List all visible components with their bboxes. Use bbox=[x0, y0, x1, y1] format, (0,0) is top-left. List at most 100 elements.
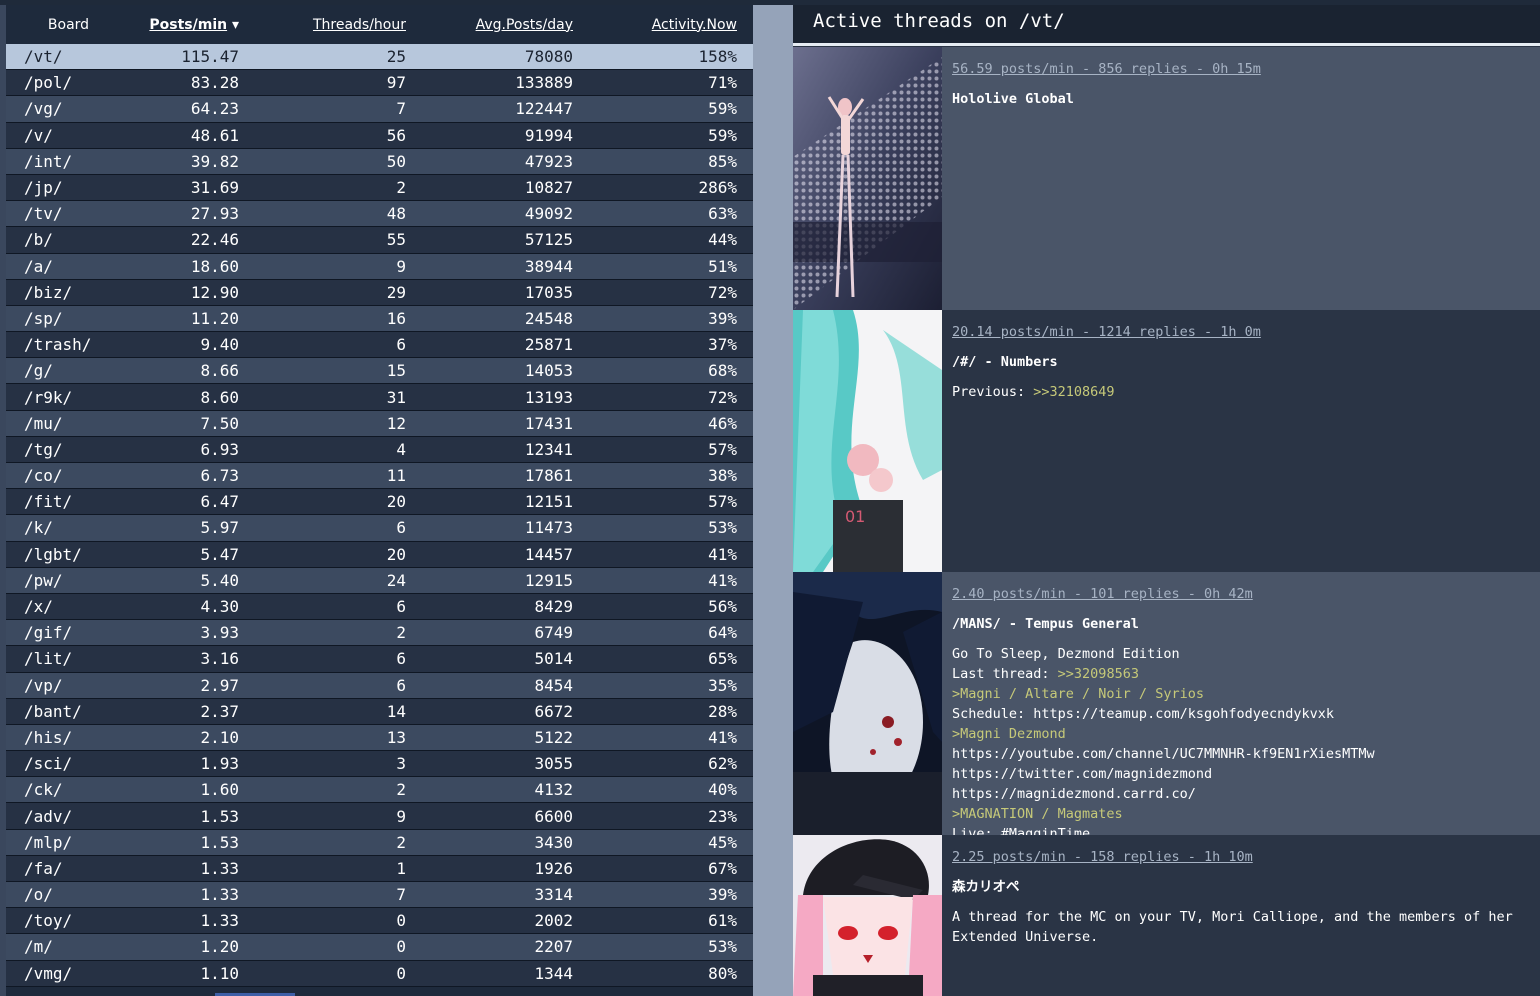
activity-now-cell: 68% bbox=[589, 357, 753, 385]
table-row[interactable]: /lit/3.16 6 5014 65% bbox=[6, 645, 753, 673]
board-cell[interactable]: /co/ bbox=[6, 462, 131, 490]
board-cell[interactable]: /g/ bbox=[6, 357, 131, 385]
board-cell[interactable]: /his/ bbox=[6, 724, 131, 752]
board-cell[interactable]: /bant/ bbox=[6, 698, 131, 725]
board-cell[interactable]: /v/ bbox=[6, 122, 131, 149]
board-cell[interactable]: /trash/ bbox=[6, 331, 131, 359]
thread-thumbnail[interactable] bbox=[793, 835, 942, 996]
thread-item[interactable]: 2.25 posts/min - 158 replies - 1h 10m 森カ… bbox=[793, 835, 1540, 996]
board-cell[interactable]: /vt/ bbox=[6, 44, 131, 71]
posts-per-min-cell: 5.97 bbox=[131, 514, 255, 542]
board-cell[interactable]: /mu/ bbox=[6, 410, 131, 437]
board-cell[interactable]: /vmg/ bbox=[6, 960, 131, 987]
thread-stats-link[interactable]: 56.59 posts/min - 856 replies - 0h 15m bbox=[952, 59, 1530, 79]
avg-posts-day-cell: 3430 bbox=[422, 829, 589, 856]
table-row[interactable]: /his/2.10 13 5122 41% bbox=[6, 724, 753, 752]
header-posts-per-min[interactable]: Posts/min ▾ bbox=[131, 5, 255, 44]
header-avg-posts-day[interactable]: Avg.Posts/day bbox=[422, 5, 589, 44]
table-row[interactable]: /fit/6.47 20 12151 57% bbox=[6, 488, 753, 516]
board-cell[interactable]: /gif/ bbox=[6, 619, 131, 647]
table-row[interactable]: /co/6.73 11 17861 38% bbox=[6, 462, 753, 490]
board-cell[interactable]: /x/ bbox=[6, 593, 131, 621]
board-cell[interactable]: /k/ bbox=[6, 514, 131, 542]
table-row[interactable]: /jp/31.69 2 10827 286% bbox=[6, 174, 753, 202]
body-text: Go To Sleep, Dezmond Edition bbox=[952, 646, 1180, 662]
board-cell[interactable]: /toy/ bbox=[6, 907, 131, 935]
board-cell[interactable]: /pol/ bbox=[6, 69, 131, 97]
board-cell[interactable]: /vp/ bbox=[6, 672, 131, 699]
board-cell[interactable]: /b/ bbox=[6, 226, 131, 254]
table-row[interactable]: /b/22.46 55 57125 44% bbox=[6, 226, 753, 254]
board-cell[interactable]: /lgbt/ bbox=[6, 541, 131, 568]
table-row[interactable]: /sp/11.20 16 24548 39% bbox=[6, 305, 753, 333]
table-row[interactable]: /adv/1.53 9 6600 23% bbox=[6, 802, 753, 830]
board-cell[interactable]: /mlp/ bbox=[6, 829, 131, 856]
table-row[interactable]: /sci/1.93 3 3055 62% bbox=[6, 750, 753, 778]
table-row[interactable]: /ck/1.60 2 4132 40% bbox=[6, 776, 753, 804]
table-row[interactable]: /g/8.66 15 14053 68% bbox=[6, 357, 753, 385]
board-cell[interactable]: /pw/ bbox=[6, 567, 131, 594]
table-row[interactable]: /pw/5.40 24 12915 41% bbox=[6, 567, 753, 594]
table-row[interactable]: /gif/3.93 2 6749 64% bbox=[6, 619, 753, 647]
table-row[interactable]: /bant/2.37 14 6672 28% bbox=[6, 698, 753, 725]
table-row[interactable]: /mlp/1.53 2 3430 45% bbox=[6, 829, 753, 856]
thread-stats-link[interactable]: 2.40 posts/min - 101 replies - 0h 42m bbox=[952, 584, 1530, 604]
table-row[interactable]: /int/39.82 50 47923 85% bbox=[6, 148, 753, 175]
board-cell[interactable]: /o/ bbox=[6, 881, 131, 909]
table-row[interactable]: /o/1.33 7 3314 39% bbox=[6, 881, 753, 909]
thread-stats-link[interactable]: 2.25 posts/min - 158 replies - 1h 10m bbox=[952, 847, 1530, 867]
avg-posts-day-cell: 11473 bbox=[422, 514, 589, 542]
board-cell[interactable]: /lit/ bbox=[6, 645, 131, 673]
table-row[interactable]: /tv/27.93 48 49092 63% bbox=[6, 200, 753, 228]
board-cell[interactable]: /tg/ bbox=[6, 436, 131, 464]
quote-link[interactable]: >>32108649 bbox=[1033, 384, 1114, 400]
table-row[interactable]: /r9k/8.60 31 13193 72% bbox=[6, 383, 753, 411]
thread-thumbnail[interactable]: 01 bbox=[793, 310, 942, 572]
table-row[interactable]: /pol/83.28 97 133889 71% bbox=[6, 69, 753, 97]
board-cell[interactable]: /r9k/ bbox=[6, 383, 131, 411]
table-row[interactable]: /vt/115.47 25 78080 158% bbox=[6, 44, 753, 71]
thread-body-line: https://twitter.com/magnidezmond bbox=[952, 764, 1530, 784]
thread-item[interactable]: 01 20.14 posts/min - 1214 replies - 1h 0… bbox=[793, 310, 1540, 572]
quote-link[interactable]: >>32098563 bbox=[1058, 666, 1139, 682]
board-cell[interactable]: /ck/ bbox=[6, 776, 131, 804]
board-cell[interactable]: /vg/ bbox=[6, 95, 131, 123]
board-cell[interactable]: /jp/ bbox=[6, 174, 131, 202]
table-row[interactable]: /mu/7.50 12 17431 46% bbox=[6, 410, 753, 437]
thread-stats-link[interactable]: 20.14 posts/min - 1214 replies - 1h 0m bbox=[952, 322, 1530, 342]
table-row[interactable]: /x/4.30 6 8429 56% bbox=[6, 593, 753, 621]
table-row[interactable]: /trash/9.40 6 25871 37% bbox=[6, 331, 753, 359]
board-cell[interactable]: /int/ bbox=[6, 148, 131, 175]
thread-thumbnail[interactable] bbox=[793, 47, 942, 310]
thread-item[interactable]: 56.59 posts/min - 856 replies - 0h 15m H… bbox=[793, 47, 1540, 310]
posts-per-min-cell: 3.93 bbox=[131, 619, 255, 647]
board-cell[interactable]: /tv/ bbox=[6, 200, 131, 228]
table-row[interactable]: /vp/2.97 6 8454 35% bbox=[6, 672, 753, 699]
board-cell[interactable]: /m/ bbox=[6, 933, 131, 961]
header-activity-now[interactable]: Activity.Now bbox=[589, 5, 753, 44]
table-row[interactable]: /fa/1.33 1 1926 67% bbox=[6, 855, 753, 883]
table-row[interactable]: /v/48.61 56 91994 59% bbox=[6, 122, 753, 149]
table-row[interactable]: /k/5.97 6 11473 53% bbox=[6, 514, 753, 542]
board-cell[interactable]: /biz/ bbox=[6, 279, 131, 306]
header-threads-per-hour[interactable]: Threads/hour bbox=[255, 5, 422, 44]
table-row[interactable]: /lgbt/5.47 20 14457 41% bbox=[6, 541, 753, 568]
board-cell[interactable]: /adv/ bbox=[6, 802, 131, 830]
board-cell[interactable]: /fit/ bbox=[6, 488, 131, 516]
table-row[interactable]: /a/18.60 9 38944 51% bbox=[6, 253, 753, 280]
thread-title: 森カリオペ bbox=[952, 879, 1020, 895]
avg-posts-day-cell: 91994 bbox=[422, 122, 589, 149]
board-cell[interactable]: /sci/ bbox=[6, 750, 131, 778]
thread-body-line: Last thread: >>32098563 bbox=[952, 664, 1530, 684]
table-row[interactable]: /vmg/1.10 0 1344 80% bbox=[6, 960, 753, 987]
board-cell[interactable]: /fa/ bbox=[6, 855, 131, 883]
table-row[interactable]: /toy/1.33 0 2002 61% bbox=[6, 907, 753, 935]
thread-item[interactable]: 2.40 posts/min - 101 replies - 0h 42m /M… bbox=[793, 572, 1540, 835]
table-row[interactable]: /tg/6.93 4 12341 57% bbox=[6, 436, 753, 464]
table-row[interactable]: /vg/64.23 7 122447 59% bbox=[6, 95, 753, 123]
table-row[interactable]: /m/1.20 0 2207 53% bbox=[6, 933, 753, 961]
table-row[interactable]: /biz/12.90 29 17035 72% bbox=[6, 279, 753, 306]
thread-thumbnail[interactable] bbox=[793, 572, 942, 835]
board-cell[interactable]: /a/ bbox=[6, 253, 131, 280]
board-cell[interactable]: /sp/ bbox=[6, 305, 131, 333]
